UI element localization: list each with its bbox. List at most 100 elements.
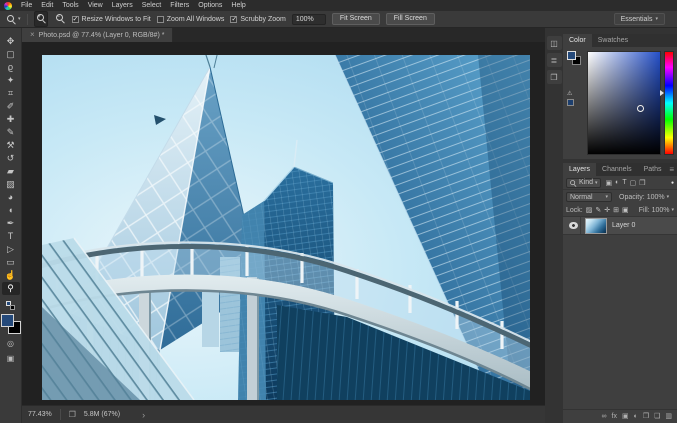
- filter-adjustment-layers-icon[interactable]: ◐: [615, 179, 619, 187]
- eraser-tool[interactable]: ▰: [2, 165, 20, 178]
- kind-filter-select[interactable]: Kind ▾: [566, 178, 601, 188]
- tab-paths[interactable]: Paths: [638, 163, 668, 176]
- filter-pin-icon[interactable]: ●: [671, 180, 674, 186]
- eyedropper-tool[interactable]: ✐: [2, 100, 20, 113]
- zoom-tool[interactable]: ⚲: [2, 282, 20, 295]
- layer-effects-icon[interactable]: fx: [612, 410, 617, 423]
- opacity-control[interactable]: Opacity: 100% ▾: [619, 194, 669, 201]
- new-layer-icon[interactable]: ❏: [654, 410, 660, 423]
- move-tool[interactable]: ✥: [2, 35, 20, 48]
- layer-visibility-toggle[interactable]: [566, 217, 581, 234]
- menu-filters[interactable]: Filters: [170, 0, 189, 11]
- layer-row-layer-0[interactable]: Layer 0: [563, 217, 677, 235]
- fill-screen-button[interactable]: Fill Screen: [386, 13, 435, 25]
- healing-brush-tool[interactable]: ✚: [2, 113, 20, 126]
- quick-selection-tool[interactable]: ✦: [2, 74, 20, 87]
- checkbox-unchecked-icon: [157, 16, 164, 23]
- tab-layers[interactable]: Layers: [563, 163, 596, 176]
- gamut-warning-icon[interactable]: ⚠: [567, 91, 572, 98]
- layer-group-icon[interactable]: ❒: [643, 410, 649, 423]
- tab-color[interactable]: Color: [563, 34, 592, 47]
- zoom-in-button[interactable]: +: [34, 11, 48, 27]
- rectangular-marquee-tool[interactable]: ▢: [2, 48, 20, 61]
- foreground-background-swatches[interactable]: [1, 314, 21, 334]
- layer-mask-icon[interactable]: ▣: [622, 410, 629, 423]
- filter-type-layers-icon[interactable]: T: [622, 179, 626, 187]
- filter-smart-objects-icon[interactable]: ❒: [639, 179, 645, 187]
- lock-row: Lock: ▨ ✎ ✛ ⊞ ▣ Fill: 100% ▾: [563, 204, 677, 217]
- properties-panel-icon[interactable]: ◫: [547, 36, 562, 50]
- lock-artboard-icon[interactable]: ⊞: [613, 206, 619, 214]
- delete-layer-icon[interactable]: ▥: [665, 410, 672, 423]
- tool-preset-picker[interactable]: ▾: [6, 14, 21, 24]
- zoom-out-button[interactable]: −: [54, 12, 66, 26]
- color-picker-cursor[interactable]: [637, 105, 644, 112]
- path-selection-tool[interactable]: ▷: [2, 243, 20, 256]
- options-bar: ▾ + − Resize Windows to Fit Zoom All Win…: [0, 11, 677, 28]
- pen-tool[interactable]: ✒: [2, 217, 20, 230]
- crop-tool[interactable]: ⌗: [2, 87, 20, 100]
- status-options-chevron[interactable]: ›: [142, 410, 145, 420]
- layer-thumbnail[interactable]: [585, 218, 607, 234]
- type-tool[interactable]: T: [2, 230, 20, 243]
- workspace-switcher[interactable]: Essentials ▾: [614, 13, 665, 25]
- foreground-color-swatch[interactable]: [1, 314, 14, 327]
- photo-skyscrapers[interactable]: [42, 55, 530, 400]
- lasso-tool[interactable]: ϱ: [2, 61, 20, 74]
- lock-transparency-icon[interactable]: ▨: [586, 206, 593, 214]
- document-tab[interactable]: × Photo.psd @ 77.4% (Layer 0, RGB/8#) *: [22, 28, 173, 42]
- menu-select[interactable]: Select: [142, 0, 161, 11]
- lock-all-icon[interactable]: ▣: [622, 206, 629, 214]
- history-brush-tool[interactable]: ↺: [2, 152, 20, 165]
- resize-windows-label: Resize Windows to Fit: [82, 16, 151, 23]
- resize-windows-checkbox[interactable]: Resize Windows to Fit: [72, 16, 151, 23]
- zoom-percent-input[interactable]: 100%: [292, 14, 326, 25]
- quick-mask-button[interactable]: ◎: [2, 337, 20, 349]
- tab-channels[interactable]: Channels: [596, 163, 638, 176]
- fill-control[interactable]: Fill: 100% ▾: [639, 207, 674, 214]
- panel-menu-icon[interactable]: ≡: [669, 163, 677, 176]
- blur-tool[interactable]: ◕: [2, 191, 20, 204]
- rectangle-tool[interactable]: ▭: [2, 256, 20, 269]
- link-layers-icon[interactable]: ∞: [602, 410, 607, 423]
- hue-slider-arrow[interactable]: [660, 90, 664, 96]
- brush-tool[interactable]: ✎: [2, 126, 20, 139]
- lock-pixels-icon[interactable]: ✎: [595, 206, 601, 214]
- default-colors-icon[interactable]: [6, 301, 15, 310]
- chevron-down-icon: ▾: [655, 16, 658, 22]
- hand-tool[interactable]: ☝: [2, 269, 20, 282]
- chevron-down-icon: ▾: [18, 16, 21, 22]
- filter-pixel-layers-icon[interactable]: ▣: [606, 179, 613, 187]
- menu-edit[interactable]: Edit: [41, 0, 53, 11]
- status-zoom-input[interactable]: 77.43%: [28, 411, 52, 418]
- menu-file[interactable]: File: [21, 0, 32, 11]
- hue-ramp[interactable]: [664, 51, 674, 155]
- adjustment-layer-icon[interactable]: ◐: [634, 410, 638, 423]
- lock-label: Lock:: [566, 207, 583, 214]
- lock-position-icon[interactable]: ✛: [604, 206, 610, 214]
- dodge-tool[interactable]: ◖: [2, 204, 20, 217]
- menu-options[interactable]: Options: [198, 0, 222, 11]
- gradient-tool[interactable]: ▨: [2, 178, 20, 191]
- menu-tools[interactable]: Tools: [62, 0, 78, 11]
- chevron-down-icon: ▾: [667, 194, 670, 200]
- tab-swatches[interactable]: Swatches: [592, 34, 634, 47]
- scrubby-zoom-checkbox[interactable]: Scrubby Zoom: [230, 16, 286, 23]
- blend-mode-select[interactable]: Normal ▾: [566, 192, 612, 202]
- filter-shape-layers-icon[interactable]: ▢: [630, 179, 637, 187]
- libraries-panel-icon[interactable]: ❐: [547, 70, 562, 84]
- adjustments-panel-icon[interactable]: ≣: [547, 53, 562, 67]
- zoom-all-windows-checkbox[interactable]: Zoom All Windows: [157, 16, 225, 23]
- clone-stamp-tool[interactable]: ⚒: [2, 139, 20, 152]
- gamut-color-chip[interactable]: [567, 99, 574, 106]
- canvas[interactable]: [22, 42, 545, 405]
- menu-help[interactable]: Help: [231, 0, 245, 11]
- foreground-background-swatches[interactable]: [567, 51, 581, 65]
- menu-layers[interactable]: Layers: [112, 0, 133, 11]
- color-panel-swatch-column: ⚠: [567, 51, 584, 155]
- fit-screen-button[interactable]: Fit Screen: [332, 13, 380, 25]
- screen-mode-button[interactable]: ▣: [2, 352, 20, 364]
- menu-view[interactable]: View: [88, 0, 103, 11]
- close-icon[interactable]: ×: [30, 28, 35, 42]
- saturation-brightness-field[interactable]: [587, 51, 661, 155]
